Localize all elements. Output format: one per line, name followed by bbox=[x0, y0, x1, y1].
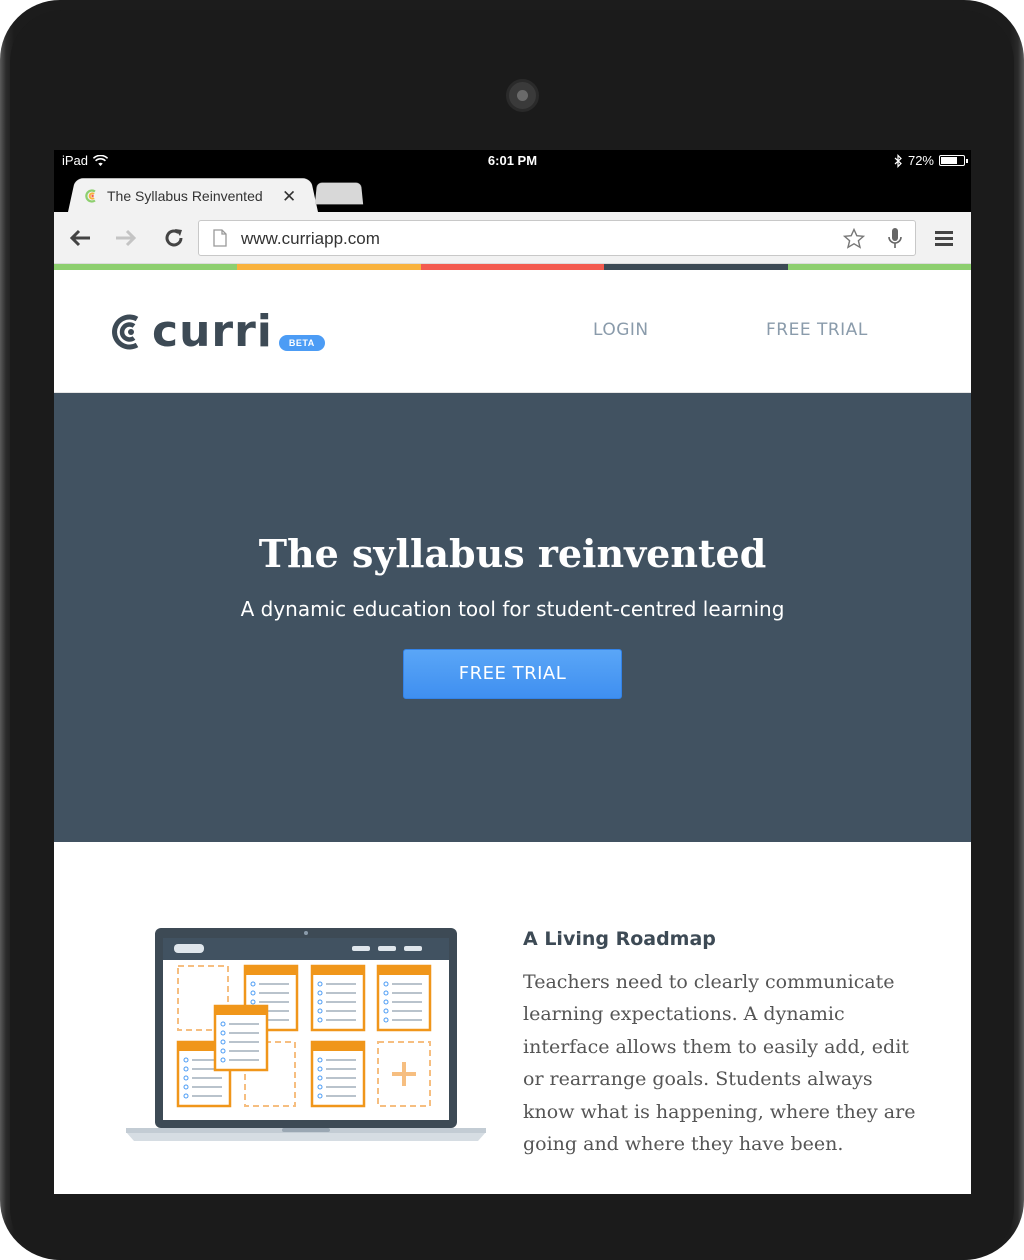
free-trial-button[interactable]: FREE TRIAL bbox=[403, 649, 622, 699]
card-icon bbox=[310, 964, 366, 1032]
bookmark-star-icon[interactable] bbox=[843, 228, 865, 250]
microphone-icon[interactable] bbox=[887, 227, 903, 251]
tab-title: The Syllabus Reinvented bbox=[107, 188, 263, 204]
url-text: www.curriapp.com bbox=[241, 229, 380, 248]
free-trial-link[interactable]: FREE TRIAL bbox=[766, 320, 868, 340]
bluetooth-icon bbox=[894, 153, 902, 168]
battery-icon bbox=[939, 155, 968, 166]
card-icon bbox=[213, 1004, 269, 1072]
browser-toolbar: www.curriapp.com bbox=[54, 212, 971, 264]
login-link[interactable]: LOGIN bbox=[593, 320, 649, 340]
battery-percent: 72% bbox=[907, 153, 934, 168]
page-icon bbox=[213, 229, 227, 247]
feature-title: A Living Roadmap bbox=[523, 928, 716, 950]
feature-section: A Living Roadmap Teachers need to clearl… bbox=[54, 842, 971, 1194]
tab-active[interactable]: The Syllabus Reinvented ✕ bbox=[84, 184, 304, 208]
forward-icon[interactable] bbox=[112, 224, 140, 252]
hero-title: The syllabus reinvented bbox=[258, 531, 767, 576]
hero-subtitle: A dynamic education tool for student-cen… bbox=[240, 597, 785, 621]
logo-text: curri bbox=[152, 306, 273, 357]
hero-section: The syllabus reinvented A dynamic educat… bbox=[54, 393, 971, 842]
curri-logo-icon bbox=[112, 314, 139, 349]
new-tab-button[interactable] bbox=[314, 182, 364, 205]
address-bar[interactable]: www.curriapp.com bbox=[198, 220, 916, 256]
screen: iPad 6:01 PM 72% The Syllabus Reinvented… bbox=[54, 150, 971, 1194]
card-icon bbox=[310, 1040, 366, 1108]
menu-icon[interactable] bbox=[930, 224, 958, 252]
feature-text: Teachers need to clearly communicate lea… bbox=[523, 971, 916, 1156]
laptop-illustration bbox=[126, 928, 486, 1141]
card-icon bbox=[376, 964, 432, 1032]
tab-close-icon[interactable]: ✕ bbox=[282, 188, 296, 205]
tab-strip: The Syllabus Reinvented ✕ bbox=[54, 172, 971, 212]
battery-level bbox=[941, 157, 957, 164]
beta-badge: BETA bbox=[278, 334, 325, 351]
camera-icon bbox=[506, 79, 539, 112]
status-bar: iPad 6:01 PM 72% bbox=[54, 150, 971, 172]
curri-logo[interactable]: curri BETA bbox=[110, 306, 325, 357]
reload-icon[interactable] bbox=[160, 224, 188, 252]
back-icon[interactable] bbox=[66, 224, 94, 252]
curri-favicon-icon bbox=[85, 189, 96, 203]
site-header: curri BETA LOGIN FREE TRIAL bbox=[54, 270, 971, 393]
status-time: 6:01 PM bbox=[487, 153, 538, 168]
